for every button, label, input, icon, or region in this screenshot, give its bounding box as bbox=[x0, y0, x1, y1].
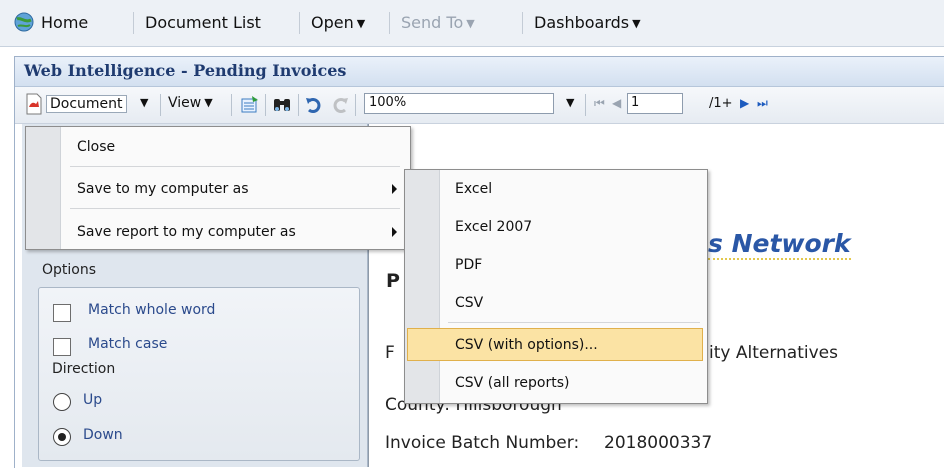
nav-separator bbox=[133, 12, 134, 34]
first-page-icon[interactable]: ⏮ bbox=[594, 96, 605, 111]
toolbar-separator bbox=[298, 94, 299, 116]
menu-gutter bbox=[405, 170, 440, 403]
submenu-item-excel[interactable]: Excel bbox=[455, 181, 492, 197]
nav-separator bbox=[389, 12, 390, 34]
previous-page-icon[interactable]: ◀ bbox=[612, 96, 621, 110]
menu-separator bbox=[448, 322, 700, 323]
match-whole-word-checkbox[interactable] bbox=[53, 304, 71, 322]
zoom-input[interactable]: 100% bbox=[364, 93, 554, 114]
nav-separator bbox=[522, 12, 523, 34]
zoom-dropdown-arrow[interactable]: ▼ bbox=[566, 96, 574, 109]
nav-open-label: Open bbox=[311, 13, 354, 32]
submenu-arrow-icon bbox=[392, 184, 397, 194]
menu-item-close[interactable]: Close bbox=[77, 139, 115, 155]
submenu-item-csv-with-options[interactable]: CSV (with options)... bbox=[455, 337, 598, 353]
nav-dashboards-label: Dashboards bbox=[534, 13, 630, 32]
match-whole-word-label[interactable]: Match whole word bbox=[88, 302, 215, 318]
toolbar-separator bbox=[265, 94, 266, 116]
document-icon[interactable] bbox=[24, 93, 44, 119]
redo-icon[interactable] bbox=[330, 95, 350, 119]
save-as-submenu bbox=[404, 169, 708, 404]
nav-send-to-menu[interactable]: Send To ▼ bbox=[401, 13, 475, 32]
window-title: Web Intelligence - Pending Invoices bbox=[24, 61, 347, 80]
refresh-data-icon[interactable] bbox=[240, 95, 260, 119]
document-dropdown-arrow[interactable]: ▼ bbox=[140, 96, 148, 109]
match-case-checkbox[interactable] bbox=[53, 338, 71, 356]
menu-item-save-to-my-computer-as[interactable]: Save to my computer as bbox=[77, 181, 249, 197]
options-label: Options bbox=[42, 262, 97, 278]
toolbar-separator bbox=[355, 94, 356, 116]
report-network-heading: s Network bbox=[708, 229, 851, 260]
next-page-icon[interactable]: ▶ bbox=[740, 96, 749, 110]
document-menu-button[interactable]: Document bbox=[46, 95, 127, 113]
page-total: /1+ bbox=[709, 96, 733, 111]
nav-separator bbox=[299, 12, 300, 34]
nav-open-menu[interactable]: Open ▼ bbox=[311, 13, 365, 32]
nav-send-to-label: Send To bbox=[401, 13, 464, 32]
binoculars-icon[interactable] bbox=[272, 95, 292, 119]
chevron-down-icon: ▼ bbox=[356, 17, 366, 30]
radio-selected-dot bbox=[58, 433, 66, 441]
menu-separator bbox=[70, 166, 400, 167]
nav-dashboards-menu[interactable]: Dashboards ▼ bbox=[534, 13, 641, 32]
last-page-icon[interactable]: ⏭ bbox=[757, 96, 768, 111]
chevron-down-icon: ▼ bbox=[466, 17, 475, 30]
submenu-arrow-icon bbox=[392, 227, 397, 237]
direction-up-radio[interactable] bbox=[53, 393, 71, 411]
invoice-batch-label: Invoice Batch Number: bbox=[385, 433, 580, 453]
direction-up-label[interactable]: Up bbox=[83, 392, 102, 408]
submenu-item-pdf[interactable]: PDF bbox=[455, 257, 482, 273]
menu-item-save-report-to-my-computer-as[interactable]: Save report to my computer as bbox=[77, 224, 296, 240]
home-icon[interactable] bbox=[13, 11, 35, 37]
toolbar-separator bbox=[231, 94, 232, 116]
nav-document-list-link[interactable]: Document List bbox=[145, 13, 261, 32]
page-number-input[interactable]: 1 bbox=[627, 93, 683, 114]
toolbar-separator bbox=[160, 94, 161, 116]
nav-home-link[interactable]: Home bbox=[41, 13, 88, 32]
chevron-down-icon: ▼ bbox=[632, 17, 641, 30]
report-text-partial: F bbox=[385, 343, 395, 363]
report-provider-text: ity Alternatives bbox=[709, 343, 838, 363]
report-heading-partial: P bbox=[386, 270, 400, 292]
view-label: View bbox=[168, 95, 202, 111]
chevron-down-icon: ▼ bbox=[204, 96, 213, 109]
menu-gutter bbox=[26, 127, 61, 249]
direction-label: Direction bbox=[52, 361, 116, 377]
submenu-item-csv[interactable]: CSV bbox=[455, 295, 483, 311]
submenu-item-excel-2007[interactable]: Excel 2007 bbox=[455, 219, 532, 235]
menu-separator bbox=[70, 208, 400, 209]
undo-icon[interactable] bbox=[304, 95, 324, 119]
match-case-label[interactable]: Match case bbox=[88, 336, 167, 352]
invoice-batch-value: 2018000337 bbox=[604, 433, 713, 453]
view-menu-button[interactable]: View ▼ bbox=[168, 95, 213, 111]
direction-down-radio[interactable] bbox=[53, 428, 71, 446]
submenu-item-csv-all-reports[interactable]: CSV (all reports) bbox=[455, 375, 569, 391]
direction-down-label[interactable]: Down bbox=[83, 427, 123, 443]
toolbar-separator bbox=[585, 94, 586, 116]
